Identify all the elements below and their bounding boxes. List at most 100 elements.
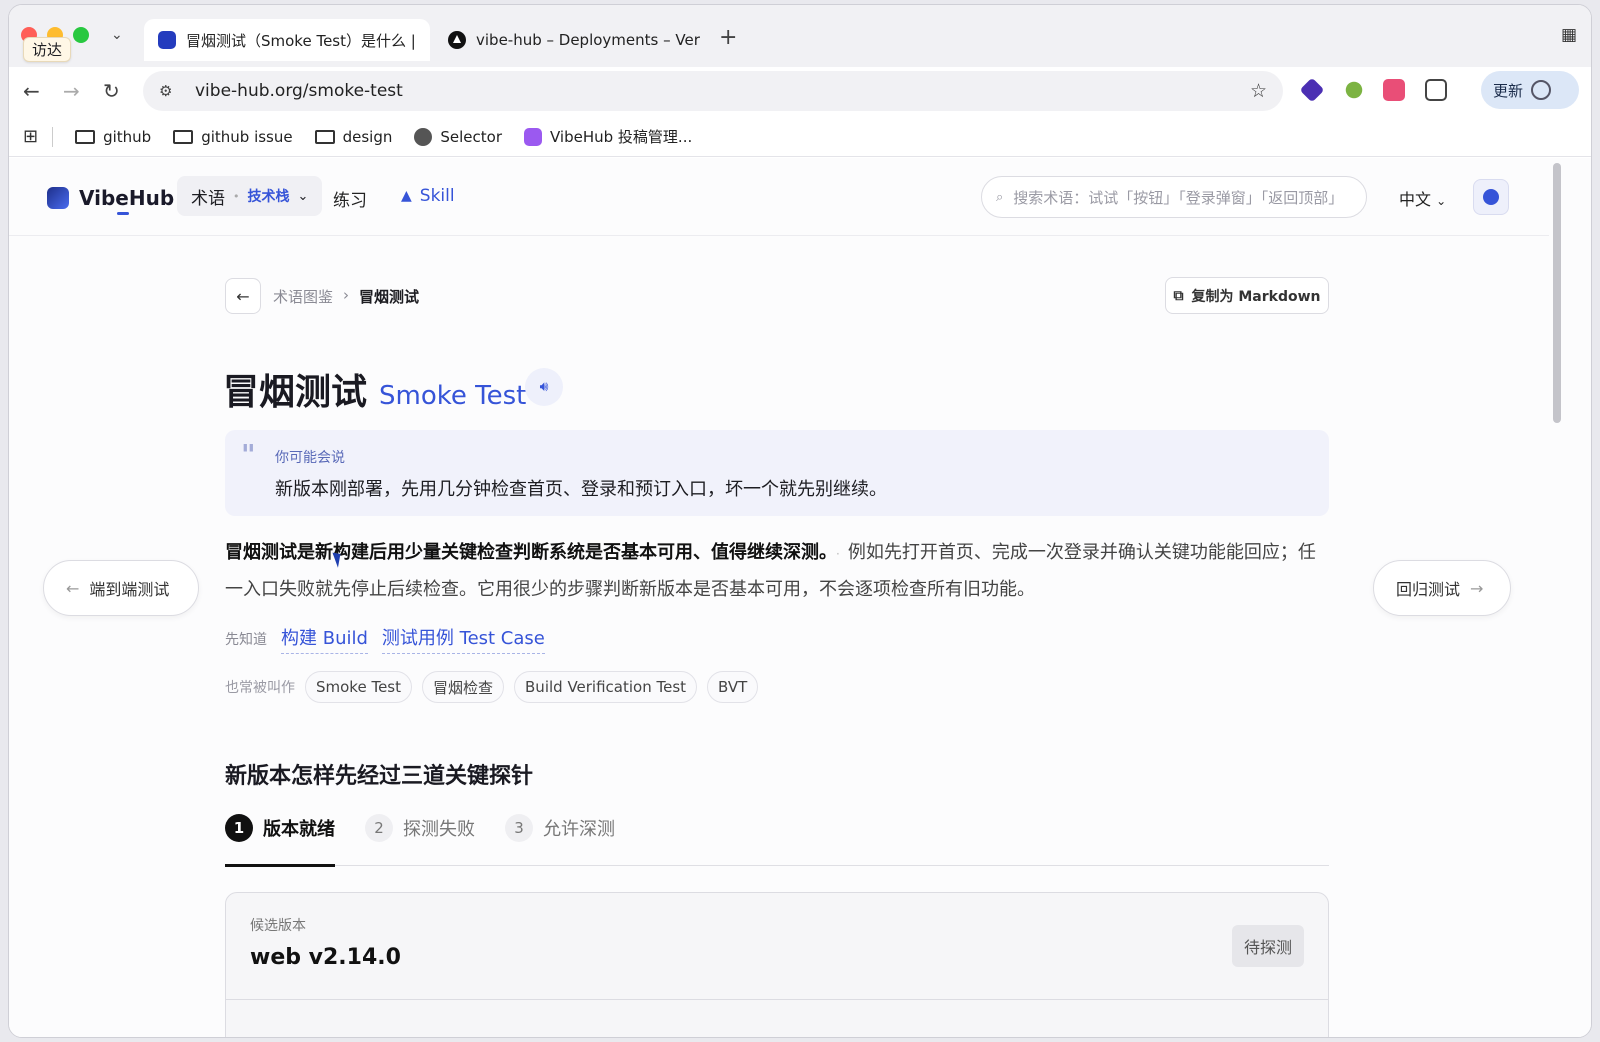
prereq-link-test-case[interactable]: 测试用例 Test Case <box>381 624 545 654</box>
theme-toggle-button[interactable] <box>1473 179 1509 215</box>
browser-window: 访达 ⌄ 冒烟测试（Smoke Test）是什么 | 术 vibe-hub – … <box>8 4 1592 1038</box>
search-placeholder: 搜索术语：试试「按钮」「登录弹窗」「返回顶部」 <box>1013 188 1344 207</box>
chevron-right-icon: › <box>343 286 350 304</box>
theme-dot-icon <box>1483 189 1499 205</box>
card-value: web v2.14.0 <box>250 945 401 970</box>
back-button[interactable]: ← <box>225 278 261 314</box>
profile-avatar-icon[interactable] <box>1531 80 1552 100</box>
bookmark-star-icon[interactable]: ☆ <box>1250 80 1267 102</box>
step-tab-1[interactable]: 1 版本就绪 <box>225 814 335 842</box>
vibehub-favicon-icon <box>158 31 176 49</box>
chevron-down-icon: ⌄ <box>297 188 309 204</box>
tab-vercel[interactable]: vibe-hub – Deployments – Vercel <box>434 19 714 61</box>
alias-chip: 冒烟检查 <box>422 671 505 703</box>
bookmark-separator <box>52 126 54 147</box>
search-icon: ⌕ <box>996 189 1004 205</box>
new-tab-button[interactable]: + <box>719 25 737 50</box>
alias-chip: Smoke Test <box>305 671 412 703</box>
term-title-en: Smoke Test <box>379 381 527 411</box>
definition-lead: 冒烟测试是新构建后用少量关键检查判断系统是否基本可用、值得继续深测。 <box>225 542 828 563</box>
tab-search-chevron-icon[interactable]: ⌄ <box>111 27 123 43</box>
arrow-right-icon: → <box>1470 578 1484 598</box>
finder-tooltip: 访达 <box>23 37 72 62</box>
address-bar[interactable]: ⚙ vibe-hub.org/smoke-test ☆ <box>143 71 1283 111</box>
definition-separator: · <box>836 547 840 561</box>
card-label: 候选版本 <box>250 918 306 934</box>
vibehub-logo-icon <box>47 187 69 209</box>
tab-strip: 访达 ⌄ 冒烟测试（Smoke Test）是什么 | 术 vibe-hub – … <box>9 5 1591 67</box>
aliases: 也常被叫作 Smoke Test 冒烟检查 Build Verification… <box>225 671 759 703</box>
extensions-puzzle-icon[interactable] <box>1425 79 1447 101</box>
page-title: 冒烟测试 Smoke Test <box>223 363 526 415</box>
bookmark-github[interactable]: github <box>75 128 151 146</box>
site-settings-icon[interactable]: ⚙ <box>159 82 177 100</box>
bookmarks-bar: ⊞ github github issue design Selector Vi… <box>9 117 1591 157</box>
step-tabs: 1 版本就绪 2 探测失败 3 允许深测 <box>225 810 1329 867</box>
nav-practice[interactable]: 练习 <box>333 186 367 211</box>
prev-term-button[interactable]: ← 端到端测试 <box>43 560 199 616</box>
breadcrumb-parent[interactable]: 术语图鉴 <box>273 286 333 307</box>
logo-text: VibeHub <box>79 186 175 210</box>
usage-quote: " 你可能会说 新版本刚部署，先用几分钟检查首页、登录和预订入口，坏一个就先别继… <box>225 430 1329 516</box>
bookmark-selector[interactable]: Selector <box>414 127 502 146</box>
vibehub-bookmark-icon <box>524 127 542 146</box>
aliases-label: 也常被叫作 <box>225 680 295 696</box>
term-search-input[interactable]: ⌕ 搜索术语：试试「按钮」「登录弹窗」「返回顶部」 <box>981 176 1367 218</box>
tab-smoke-test[interactable]: 冒烟测试（Smoke Test）是什么 | 术 <box>144 19 430 61</box>
breadcrumb-current: 冒烟测试 <box>359 288 420 306</box>
pronounce-button[interactable]: 🔊︎ <box>525 368 563 406</box>
apps-grid-icon[interactable]: ⊞ <box>23 126 38 147</box>
next-term-button[interactable]: 回归测试 → <box>1373 560 1511 616</box>
copy-markdown-button[interactable]: ⧉ 复制为 Markdown <box>1165 277 1329 314</box>
nav-terms-label: 术语 <box>191 188 225 209</box>
quote-mark-icon: " <box>241 438 256 471</box>
site-logo[interactable]: VibeHub <box>47 186 174 210</box>
arrow-left-icon: ← <box>236 286 250 306</box>
step-number: 2 <box>365 814 393 842</box>
web-page: VibeHub 术语 • 技术栈 ⌄ 练习 ▲ Skill ⌕ 搜索术语：试试「… <box>9 158 1549 1037</box>
forward-arrow-icon[interactable]: → <box>63 79 80 103</box>
scrollbar-thumb[interactable] <box>1553 163 1561 423</box>
step-number: 3 <box>505 814 533 842</box>
folder-icon <box>314 129 335 144</box>
prerequisites: 先知道 构建 Build 测试用例 Test Case <box>225 624 545 654</box>
status-badge: 待探测 <box>1231 925 1304 967</box>
bookmark-vibehub-admin[interactable]: VibeHub 投稿管理... <box>524 126 692 147</box>
url-text: vibe-hub.org/smoke-test <box>195 81 403 101</box>
tab-overview-icon[interactable]: ▦ <box>1561 25 1577 45</box>
extension-diamond-icon[interactable] <box>1299 77 1325 103</box>
nav-terms-dropdown[interactable]: 术语 • 技术栈 ⌄ <box>177 176 323 216</box>
quote-text: 新版本刚部署，先用几分钟检查首页、登录和预订入口，坏一个就先别继续。 <box>275 479 887 500</box>
chevron-down-icon: ⌄ <box>1436 194 1447 208</box>
arrow-left-icon: ← <box>66 578 80 598</box>
nav-skill[interactable]: ▲ Skill <box>401 186 455 206</box>
nav-terms-sub: 技术栈 <box>247 189 290 205</box>
update-button[interactable]: 更新 <box>1481 71 1579 109</box>
logo-underline <box>117 212 129 215</box>
reload-icon[interactable]: ↻ <box>103 79 120 103</box>
tab-title: vibe-hub – Deployments – Vercel <box>476 31 700 49</box>
back-arrow-icon[interactable]: ← <box>23 79 40 103</box>
zoom-window-button[interactable] <box>73 27 89 43</box>
site-header: VibeHub 术语 • 技术栈 ⌄ 练习 ▲ Skill ⌕ 搜索术语：试试「… <box>9 158 1549 236</box>
bookmark-design[interactable]: design <box>314 128 392 146</box>
section-title: 新版本怎样先经过三道关键探针 <box>225 764 534 789</box>
skill-icon: ▲ <box>401 188 412 204</box>
extension-translate-icon[interactable] <box>1383 79 1405 101</box>
prereq-link-build[interactable]: 构建 Build <box>281 624 368 654</box>
alias-chip: BVT <box>707 671 759 703</box>
active-step-indicator <box>225 864 335 867</box>
globe-icon <box>414 127 433 146</box>
extension-leaf-icon[interactable] <box>1345 81 1363 99</box>
step-tab-2[interactable]: 2 探测失败 <box>365 814 475 842</box>
speaker-icon: 🔊︎ <box>539 379 549 395</box>
prerequisites-label: 先知道 <box>225 632 267 648</box>
language-select[interactable]: 中文 ⌄ <box>1399 186 1446 210</box>
step-tab-3[interactable]: 3 允许深测 <box>505 814 615 842</box>
step-label: 允许深测 <box>543 819 615 840</box>
step-label: 版本就绪 <box>263 819 335 840</box>
step-label: 探测失败 <box>403 819 475 840</box>
vercel-favicon-icon <box>448 31 466 49</box>
copy-icon: ⧉ <box>1173 287 1184 304</box>
bookmark-github-issue[interactable]: github issue <box>173 128 293 146</box>
